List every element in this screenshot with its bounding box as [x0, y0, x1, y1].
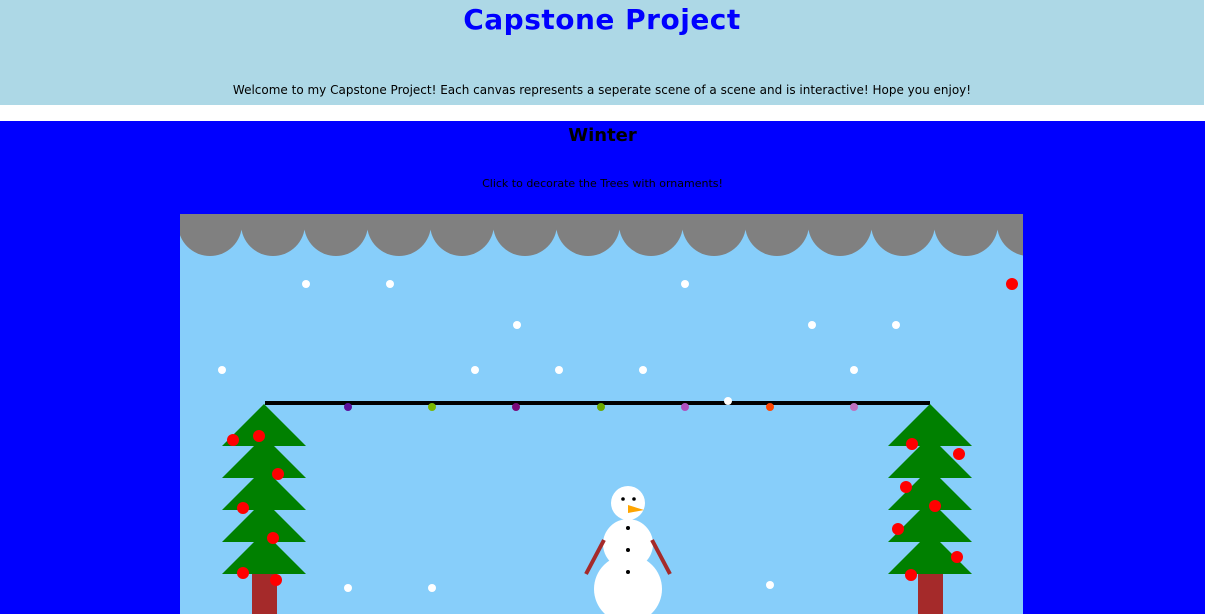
snowflake — [892, 321, 900, 329]
string-light — [344, 403, 352, 411]
winter-title: Winter — [568, 125, 637, 146]
snowman-head — [611, 486, 645, 520]
winter-section: Winter Click to decorate the Trees with … — [0, 121, 1205, 614]
ornament — [270, 574, 282, 586]
snowman-button — [626, 548, 630, 552]
snowman-button — [626, 526, 630, 530]
snowflake — [681, 280, 689, 288]
snowman-eye — [621, 497, 625, 501]
snowflake — [344, 584, 352, 592]
ornament — [929, 500, 941, 512]
site-title: Capstone Project — [463, 3, 741, 36]
snowflake — [302, 280, 310, 288]
ornament — [953, 448, 965, 460]
welcome-text: Welcome to my Capstone Project! Each can… — [232, 83, 972, 97]
ornament — [267, 532, 279, 544]
snowflake — [808, 321, 816, 329]
string-light — [681, 403, 689, 411]
snowflake — [766, 581, 774, 589]
string-light — [724, 397, 732, 405]
ornament — [253, 430, 265, 442]
winter-instructions: Click to decorate the Trees with ornamen… — [482, 177, 723, 190]
right-tree-trunk — [918, 574, 943, 614]
winter-canvas[interactable] — [180, 214, 1023, 614]
sky — [180, 214, 1023, 614]
snowflake — [386, 280, 394, 288]
snowflake — [471, 366, 479, 374]
ornament — [1006, 278, 1018, 290]
string-light — [512, 403, 520, 411]
snowman-button — [626, 570, 630, 574]
site-header: Capstone Project Welcome to my Capstone … — [0, 0, 1204, 105]
string-light — [428, 403, 436, 411]
snowflake — [428, 584, 436, 592]
ornament — [237, 502, 249, 514]
ornament — [227, 434, 239, 446]
snowflake — [218, 366, 226, 374]
ornament — [900, 481, 912, 493]
snowman-eye — [632, 497, 636, 501]
snowflake — [555, 366, 563, 374]
ornament — [905, 569, 917, 581]
ornament — [272, 468, 284, 480]
ornament — [237, 567, 249, 579]
ornament — [951, 551, 963, 563]
string-light — [850, 403, 858, 411]
ornament — [892, 523, 904, 535]
snowflake — [639, 366, 647, 374]
string-light — [597, 403, 605, 411]
snowflake — [513, 321, 521, 329]
ornament — [906, 438, 918, 450]
string-light — [766, 403, 774, 411]
snowflake — [850, 366, 858, 374]
